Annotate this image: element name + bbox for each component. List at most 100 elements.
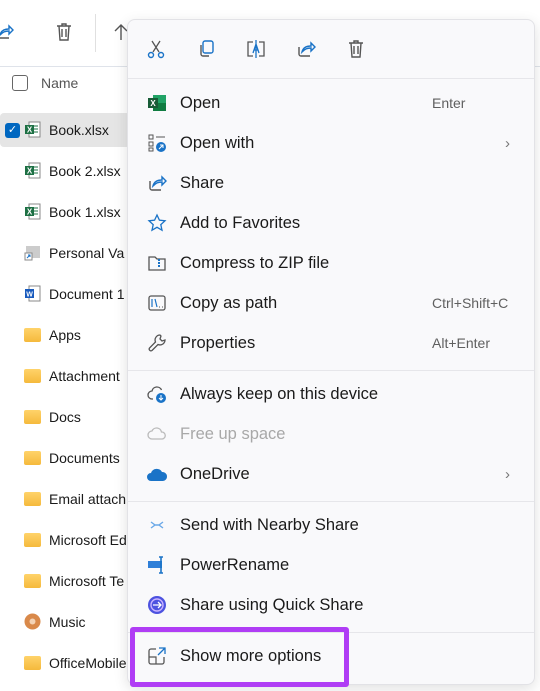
cut-button[interactable] — [144, 37, 168, 61]
onedrive-icon — [146, 463, 168, 485]
menu-item-label: Compress to ZIP file — [180, 253, 330, 272]
file-name: Book 2.xlsx — [49, 163, 121, 179]
delete-button[interactable] — [52, 20, 76, 44]
file-name: Microsoft Ed — [49, 532, 127, 548]
file-row[interactable]: X Book 2.xlsx — [0, 154, 130, 188]
menu-item-shortcut: Ctrl+Shift+C — [432, 295, 509, 311]
folder-icon — [24, 656, 41, 670]
menu-item-share[interactable]: Share — [132, 165, 530, 201]
copy-icon — [200, 40, 214, 57]
share-button[interactable] — [294, 37, 318, 61]
menu-item-powerrename[interactable]: PowerRename — [132, 547, 530, 583]
folder-icon — [24, 492, 41, 506]
delete-button[interactable] — [344, 37, 368, 61]
file-name: Personal Va — [49, 245, 125, 261]
menu-item-label: Open with — [180, 133, 255, 152]
menu-item-open[interactable]: X Open Enter — [132, 85, 530, 121]
menu-item-label: Open — [180, 93, 221, 112]
folder-icon — [24, 328, 41, 342]
file-row[interactable]: X Book 1.xlsx — [0, 195, 130, 229]
menu-item-properties[interactable]: Properties Alt+Enter — [132, 325, 530, 361]
file-row[interactable]: W Document 1 — [0, 277, 130, 311]
chevron-right-icon: › — [505, 134, 510, 152]
file-name: Documents — [49, 450, 120, 466]
file-row[interactable]: Personal Va — [0, 236, 130, 270]
file-row[interactable]: Documents — [0, 441, 130, 475]
folder-icon — [24, 533, 41, 547]
quick-share-icon — [146, 594, 168, 616]
nearby-share-icon — [146, 514, 168, 536]
star-icon — [146, 212, 168, 234]
trash-icon — [57, 23, 71, 41]
menu-item-label: PowerRename — [180, 555, 290, 574]
file-name: Attachment — [49, 368, 120, 384]
file-row[interactable]: Email attach — [0, 482, 130, 516]
file-row[interactable]: Microsoft Ed — [0, 523, 130, 557]
menu-item-shortcut: Enter — [432, 95, 466, 111]
menu-item-share-using-quick-share[interactable]: Share using Quick Share — [132, 587, 530, 623]
menu-item-free-up-space: Free up space — [132, 416, 530, 452]
menu-item-label: OneDrive — [180, 464, 250, 483]
menu-item-label: Share — [180, 173, 225, 192]
select-all-checkbox[interactable] — [12, 75, 28, 91]
menu-item-label: Free up space — [180, 424, 286, 443]
column-header-name[interactable]: Name — [41, 75, 78, 91]
file-row[interactable]: Music — [0, 605, 130, 639]
file-row[interactable]: Microsoft Te — [0, 564, 130, 598]
file-row[interactable]: Apps — [0, 318, 130, 352]
menu-item-open-with[interactable]: Open with › — [132, 125, 530, 161]
rename-button[interactable] — [244, 37, 268, 61]
share-icon — [298, 41, 316, 57]
share-icon — [0, 24, 14, 39]
rename-icon — [247, 40, 265, 58]
file-name: Music — [49, 614, 86, 630]
menu-item-label: Copy as path — [180, 293, 278, 312]
file-row[interactable]: Docs — [0, 400, 130, 434]
wrench-icon — [146, 332, 168, 354]
copy-button[interactable] — [194, 37, 218, 61]
excel-file-icon: X — [24, 162, 41, 179]
file-row[interactable]: OfficeMobile — [0, 646, 130, 680]
menu-item-add-to-favorites[interactable]: Add to Favorites — [132, 205, 530, 241]
share-button[interactable] — [0, 20, 16, 44]
file-name: Apps — [49, 327, 81, 343]
file-name: Microsoft Te — [49, 573, 125, 589]
menu-item-label: Properties — [180, 333, 256, 352]
file-row[interactable]: ✓ X Book.xlsx — [0, 113, 130, 147]
menu-separator — [128, 501, 534, 502]
row-checkbox[interactable]: ✓ — [5, 123, 20, 138]
copy-path-icon — [146, 292, 168, 314]
context-menu: X Open Enter Open with › Share Add to Favorite… — [127, 19, 535, 685]
file-name: OfficeMobile — [49, 655, 127, 671]
menu-separator — [128, 78, 534, 79]
folder-icon — [24, 451, 41, 465]
cloud-icon — [146, 423, 168, 445]
file-name: Book 1.xlsx — [49, 204, 121, 220]
menu-item-label: Send with Nearby Share — [180, 515, 359, 534]
file-name: Document 1 — [49, 286, 125, 302]
file-row[interactable]: Attachment — [0, 359, 130, 393]
shortcut-file-icon — [24, 244, 41, 261]
folder-icon — [24, 369, 41, 383]
music-file-icon — [24, 613, 41, 630]
menu-item-compress-to-zip-file[interactable]: Compress to ZIP file — [132, 245, 530, 281]
file-name: Book.xlsx — [49, 122, 109, 138]
file-name: Docs — [49, 409, 81, 425]
menu-item-send-with-nearby-share[interactable]: Send with Nearby Share — [132, 507, 530, 543]
file-name: Email attach — [49, 491, 127, 507]
svg-text:X: X — [27, 208, 33, 217]
menu-item-always-keep-on-this-device[interactable]: Always keep on this device — [132, 376, 530, 412]
folder-icon — [24, 410, 41, 424]
excel-icon: X — [146, 92, 168, 114]
word-file-icon: W — [24, 285, 41, 302]
excel-file-icon: X — [24, 203, 41, 220]
svg-text:X: X — [27, 167, 33, 176]
open-with-icon — [146, 132, 168, 154]
menu-item-onedrive[interactable]: OneDrive › — [132, 456, 530, 492]
zip-folder-icon — [146, 252, 168, 274]
menu-item-copy-as-path[interactable]: Copy as path Ctrl+Shift+C — [132, 285, 530, 321]
delete-icon — [349, 40, 363, 58]
menu-item-label: Always keep on this device — [180, 384, 379, 403]
menu-item-shortcut: Alt+Enter — [432, 335, 490, 351]
highlight-box — [130, 627, 349, 687]
